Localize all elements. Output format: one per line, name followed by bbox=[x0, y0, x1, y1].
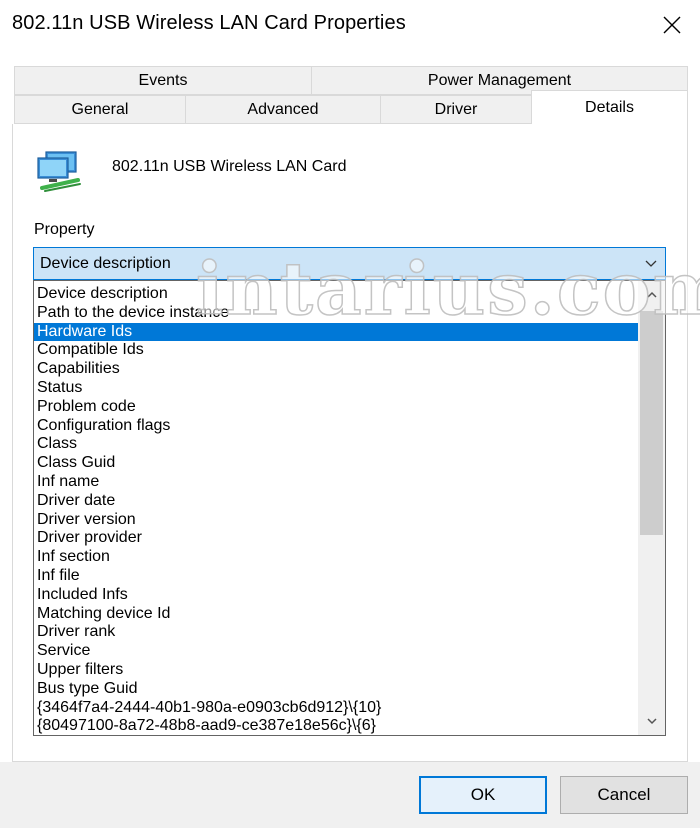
tab-driver[interactable]: Driver bbox=[380, 95, 532, 124]
option-driver-date[interactable]: Driver date bbox=[34, 492, 638, 511]
scroll-down-button[interactable] bbox=[638, 707, 665, 735]
option-class-guid[interactable]: Class Guid bbox=[34, 454, 638, 473]
scroll-up-button[interactable] bbox=[638, 281, 665, 309]
option-upper-filters[interactable]: Upper filters bbox=[34, 661, 638, 680]
device-name: 802.11n USB Wireless LAN Card bbox=[112, 158, 347, 175]
option-driver-version[interactable]: Driver version bbox=[34, 511, 638, 530]
chevron-down-icon bbox=[646, 718, 657, 725]
cancel-button[interactable]: Cancel bbox=[560, 776, 688, 814]
tab-events[interactable]: Events bbox=[14, 66, 312, 95]
option-path-to-device-instance[interactable]: Path to the device instance bbox=[34, 304, 638, 323]
option-configuration-flags[interactable]: Configuration flags bbox=[34, 417, 638, 436]
option-guid-10[interactable]: {3464f7a4-2444-40b1-980a-e0903cb6d912}\{… bbox=[34, 699, 638, 718]
option-problem-code[interactable]: Problem code bbox=[34, 398, 638, 417]
scrollbar-thumb[interactable] bbox=[640, 311, 663, 535]
chevron-up-icon bbox=[646, 291, 657, 298]
property-options-list: Device description Path to the device in… bbox=[33, 280, 666, 736]
option-driver-provider[interactable]: Driver provider bbox=[34, 529, 638, 548]
network-adapter-icon bbox=[36, 150, 84, 194]
option-hardware-ids[interactable]: Hardware Ids bbox=[34, 322, 638, 342]
option-inf-section[interactable]: Inf section bbox=[34, 548, 638, 567]
chevron-down-icon bbox=[645, 260, 657, 267]
window-title: 802.11n USB Wireless LAN Card Properties bbox=[12, 12, 406, 34]
option-inf-file[interactable]: Inf file bbox=[34, 567, 638, 586]
option-class[interactable]: Class bbox=[34, 435, 638, 454]
tab-advanced[interactable]: Advanced bbox=[185, 95, 381, 124]
option-matching-device-id[interactable]: Matching device Id bbox=[34, 605, 638, 624]
option-capabilities[interactable]: Capabilities bbox=[34, 360, 638, 379]
property-dropdown[interactable]: Device description bbox=[33, 247, 666, 280]
option-bus-type-guid[interactable]: Bus type Guid bbox=[34, 680, 638, 699]
tab-general[interactable]: General bbox=[14, 95, 186, 124]
option-included-infs[interactable]: Included Infs bbox=[34, 586, 638, 605]
option-compatible-ids[interactable]: Compatible Ids bbox=[34, 341, 638, 360]
option-guid-6[interactable]: {80497100-8a72-48b8-aad9-ce387e18e56c}\{… bbox=[34, 717, 638, 735]
ok-button[interactable]: OK bbox=[419, 776, 547, 814]
option-inf-name[interactable]: Inf name bbox=[34, 473, 638, 492]
title-bar: 802.11n USB Wireless LAN Card Properties bbox=[0, 0, 700, 50]
vertical-scrollbar[interactable] bbox=[638, 281, 665, 735]
tab-details[interactable]: Details bbox=[531, 90, 688, 124]
option-driver-rank[interactable]: Driver rank bbox=[34, 623, 638, 642]
property-label: Property bbox=[34, 221, 95, 238]
property-selected-value: Device description bbox=[40, 255, 171, 272]
options-container: Device description Path to the device in… bbox=[34, 285, 638, 735]
close-icon bbox=[663, 16, 681, 34]
option-device-description[interactable]: Device description bbox=[34, 285, 638, 304]
option-service[interactable]: Service bbox=[34, 642, 638, 661]
option-status[interactable]: Status bbox=[34, 379, 638, 398]
close-button[interactable] bbox=[644, 0, 700, 50]
